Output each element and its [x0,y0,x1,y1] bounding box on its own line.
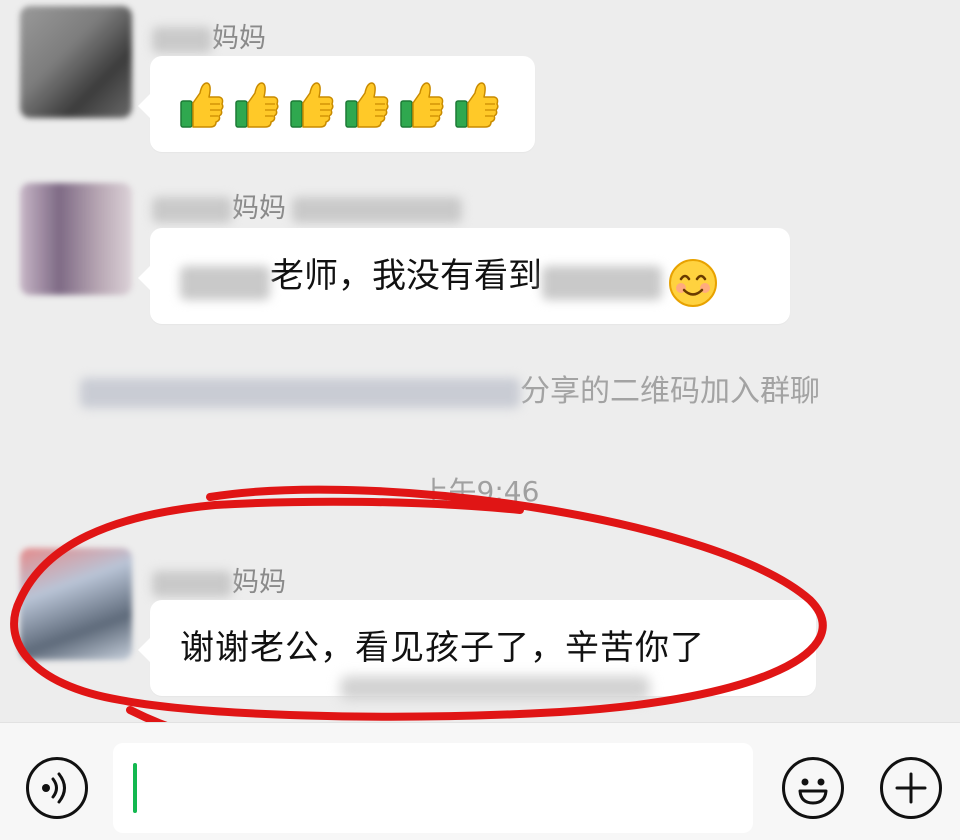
avatar[interactable] [20,183,132,295]
thumbs-up-row [180,79,510,129]
emoji-icon[interactable] [782,757,844,819]
message-input[interactable] [113,743,753,833]
redacted-name [152,570,232,597]
redacted-name [152,196,232,223]
message-text: 老师，我没有看到 [270,256,542,296]
plus-icon[interactable] [880,757,942,819]
message-bubble[interactable]: 老师，我没有看到 [138,228,790,324]
thumbs-up-icon [290,82,334,128]
message-text: 谢谢老公，看见孩子了，辛苦你了 [180,628,705,668]
system-notice: 分享的二维码加入群聊 [80,366,820,410]
thumbs-up-icon [455,82,499,128]
text-caret [133,763,137,813]
sender-name: 妈妈 [152,560,286,599]
redacted-text [180,265,270,300]
redacted-text [292,196,462,223]
avatar[interactable] [20,6,132,118]
watermark [340,676,650,700]
smile-emoji-icon [669,258,717,307]
system-notice-text: 分享的二维码加入群聊 [520,374,820,409]
sender-name-suffix: 妈妈 [232,193,286,224]
timestamp: 上午9:46 [420,475,540,508]
sender-name-suffix: 妈妈 [212,23,266,54]
sender-name: 妈妈 [152,186,462,225]
message-bubble[interactable] [138,56,535,152]
thumbs-up-icon [345,82,389,128]
thumbs-up-icon [180,82,224,128]
sender-name: 妈妈 [152,16,266,55]
sender-name-suffix: 妈妈 [232,567,286,598]
redacted-text [80,377,520,408]
thumbs-up-icon [400,82,444,128]
thumbs-up-icon [235,82,279,128]
chat-area: 妈妈 妈妈 老师，我没有看到 分享的二维码加入群聊 上午9:46 妈妈 谢谢老公… [0,0,960,746]
redacted-name [152,26,212,53]
avatar[interactable] [20,548,132,660]
voice-icon[interactable] [26,757,88,819]
message-content: 老师，我没有看到 [180,255,718,308]
redacted-text [542,265,662,300]
chat-input-bar [0,722,960,840]
